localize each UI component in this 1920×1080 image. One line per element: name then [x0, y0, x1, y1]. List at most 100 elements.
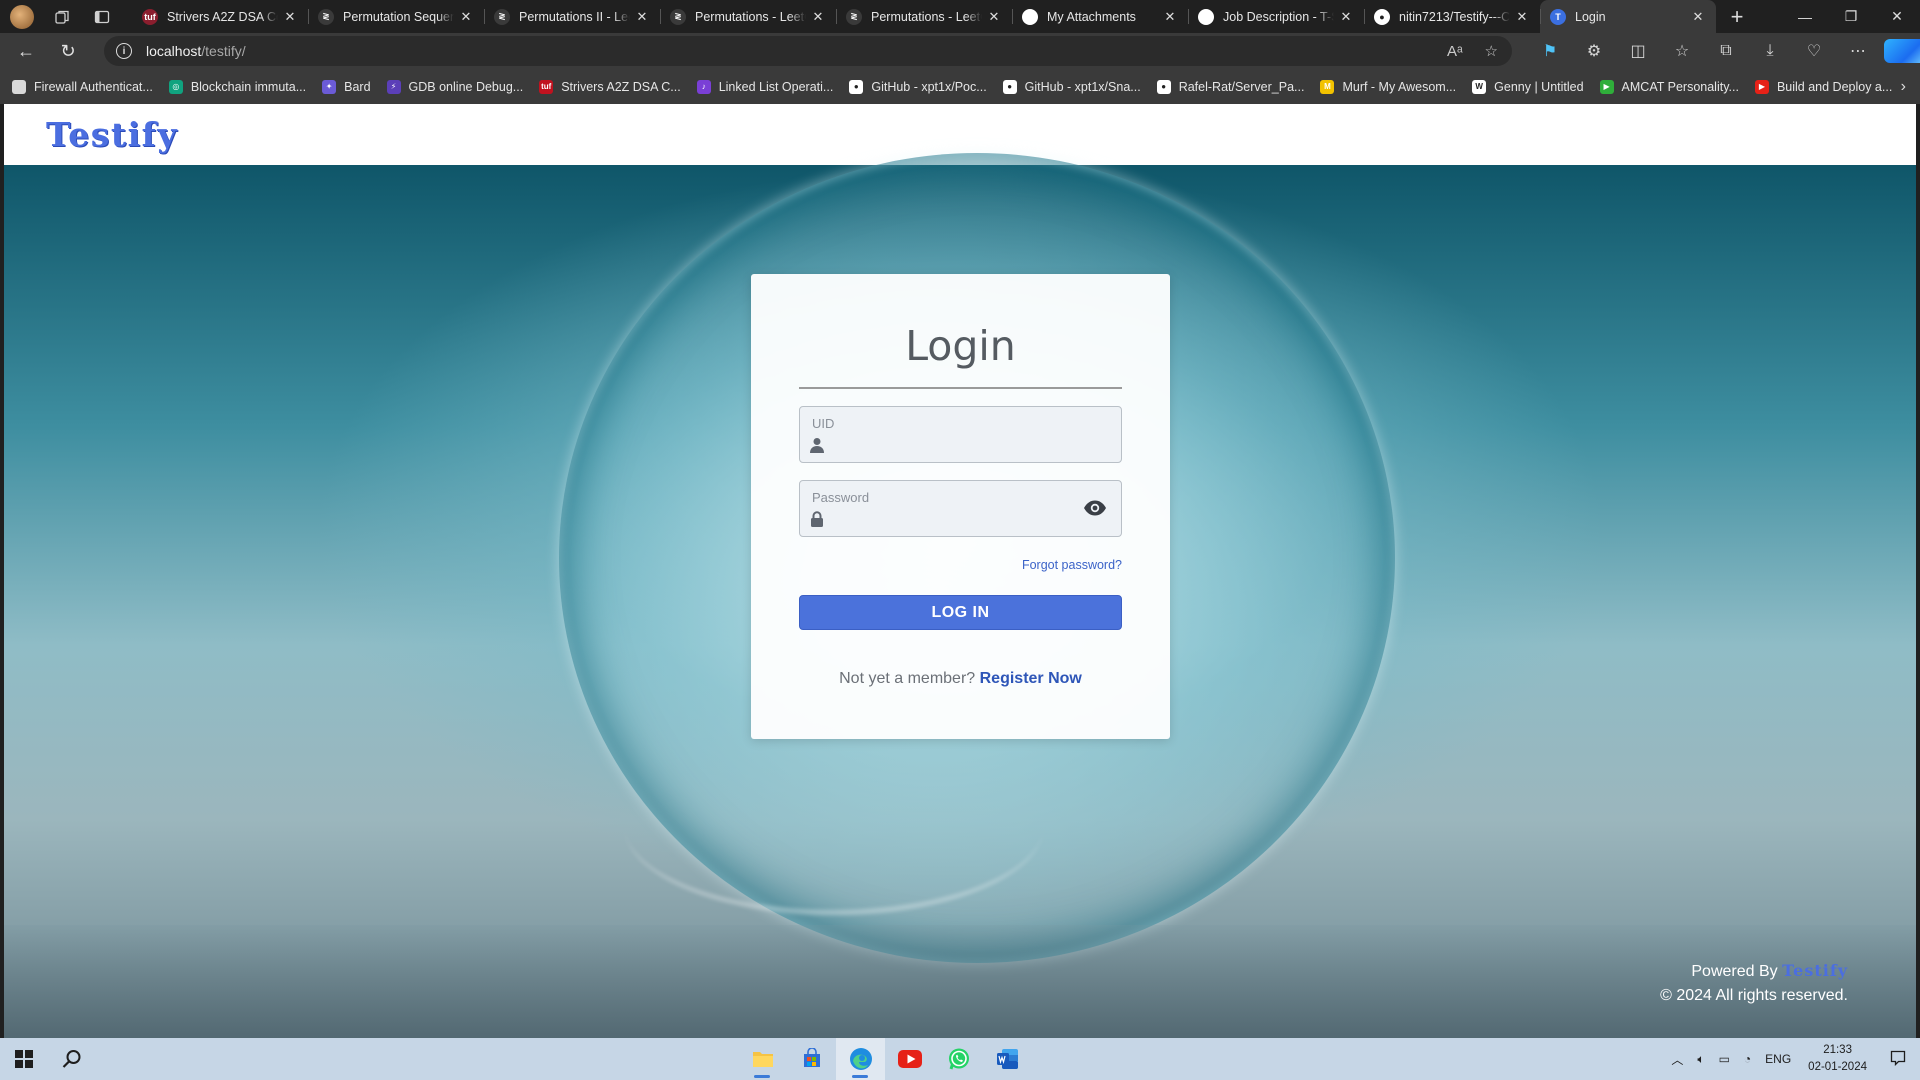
bookmark-item[interactable]: tuf Strivers A2Z DSA C... [539, 79, 681, 94]
browser-tab[interactable]: Job Description - T-S ✕ [1188, 0, 1364, 33]
login-button[interactable]: LOG IN [799, 595, 1122, 630]
bookmarks-overflow-icon[interactable]: › [1901, 78, 1906, 96]
background-image: Login UID Password Forgot password? LOG … [4, 153, 1916, 1038]
more-menu-icon[interactable]: ⋯ [1836, 41, 1880, 61]
site-logo[interactable]: Testify [46, 115, 178, 154]
file-explorer-icon[interactable] [738, 1038, 787, 1080]
new-tab-button[interactable]: + [1722, 2, 1752, 32]
close-tab-icon[interactable]: ✕ [458, 9, 474, 25]
volume-icon[interactable]: 🔈︎ [1697, 1052, 1704, 1067]
edge-browser-icon[interactable] [836, 1038, 885, 1080]
notifications-icon[interactable] [1890, 1050, 1906, 1069]
browser-tab[interactable]: ≷ Permutations - LeetC ✕ [836, 0, 1012, 33]
split-screen-icon[interactable]: ◫ [1616, 41, 1660, 61]
clock[interactable]: 21:33 02-01-2024 [1808, 1042, 1867, 1076]
bookmark-item[interactable]: ✦ Bard [322, 79, 371, 94]
refresh-button[interactable]: ↻ [52, 35, 84, 67]
copilot-icon[interactable] [1884, 39, 1920, 63]
extension-icon[interactable]: ⚑ [1528, 41, 1572, 61]
show-hidden-icons-icon[interactable]: ︿ [1671, 1051, 1683, 1068]
browser-tab[interactable]: My Attachments ✕ [1012, 0, 1188, 33]
register-now-link[interactable]: Register Now [980, 670, 1082, 687]
bookmark-item[interactable]: ♪ Linked List Operati... [696, 79, 833, 94]
address-bar[interactable]: i localhost/testify/ Aᵃ ☆ [104, 36, 1512, 66]
taskbar-search-icon[interactable] [52, 1038, 92, 1080]
bookmark-item[interactable]: ◎ Blockchain immuta... [168, 79, 307, 94]
bookmark-favicon-icon: ◎ [168, 79, 183, 94]
site-footer: Powered By Testify © 2024 All rights res… [1660, 959, 1848, 1008]
browser-tab[interactable]: ≷ Permutations II - Lee ✕ [484, 0, 660, 33]
browser-tab[interactable]: T Login ✕ [1540, 0, 1716, 33]
youtube-icon[interactable] [885, 1038, 934, 1080]
bookmark-favicon-icon: ● [1156, 79, 1171, 94]
close-tab-icon[interactable]: ✕ [1338, 9, 1354, 25]
clock-date: 02-01-2024 [1808, 1061, 1867, 1073]
vertical-tabs-icon[interactable] [90, 5, 114, 29]
browser-extensions: ⚑ ⚙ ◫ ☆ ⧉ ⤓ ♡ ⋯ [1528, 33, 1920, 69]
browser-essentials-icon[interactable]: ♡ [1792, 41, 1836, 61]
browser-tab[interactable]: ● nitin7213/Testify---C ✕ [1364, 0, 1540, 33]
bookmark-item[interactable]: Firewall Authenticat... [12, 79, 153, 94]
tab-title: My Attachments [1047, 9, 1136, 24]
close-window-button[interactable]: ✕ [1874, 0, 1920, 33]
extensions-puzzle-icon[interactable]: ⚙ [1572, 41, 1616, 61]
bookmark-item[interactable]: W Genny | Untitled [1472, 79, 1584, 94]
tab-title: Permutation Sequen [343, 9, 454, 24]
bookmark-favicon-icon: ▶ [1599, 79, 1614, 94]
password-label: Password [812, 490, 870, 505]
bookmark-item[interactable]: M Murf - My Awesom... [1320, 79, 1457, 94]
close-tab-icon[interactable]: ✕ [1162, 9, 1178, 25]
profile-avatar[interactable] [10, 4, 34, 29]
back-button[interactable]: ← [10, 35, 42, 67]
workspaces-icon[interactable] [50, 5, 74, 29]
bookmark-label: Murf - My Awesom... [1342, 79, 1457, 94]
language-indicator[interactable]: ENG [1765, 1052, 1791, 1066]
wifi-icon[interactable]: ◔ [1744, 1052, 1751, 1066]
pinned-apps [738, 1038, 1032, 1080]
bookmark-item[interactable]: ▶ Build and Deploy a... [1754, 79, 1892, 94]
word-icon[interactable] [983, 1038, 1032, 1080]
browser-tab[interactable]: tuf Strivers A2Z DSA Co ✕ [132, 0, 308, 33]
battery-icon[interactable]: ▭ [1719, 1052, 1730, 1066]
tab-favicon-icon: ≷ [494, 8, 510, 25]
bookmark-item[interactable]: ● GitHub - xpt1x/Sna... [1002, 79, 1141, 94]
tab-favicon-icon: ● [1374, 8, 1390, 25]
microsoft-store-icon[interactable] [787, 1038, 836, 1080]
bookmark-favicon-icon: ● [849, 79, 864, 94]
browser-toolbar: ← ↻ i localhost/testify/ Aᵃ ☆ ⚑ ⚙ ◫ ☆ ⧉ … [0, 33, 1920, 69]
uid-field[interactable]: UID [799, 406, 1122, 463]
bookmark-item[interactable]: ▶ AMCAT Personality... [1599, 79, 1739, 94]
minimize-button[interactable]: — [1782, 0, 1828, 33]
close-tab-icon[interactable]: ✕ [810, 9, 826, 25]
browser-tab[interactable]: ≷ Permutation Sequen ✕ [308, 0, 484, 33]
bookmark-item[interactable]: ● Rafel-Rat/Server_Pa... [1156, 79, 1304, 94]
windows-start-icon[interactable] [4, 1038, 44, 1080]
bookmark-item[interactable]: ● GitHub - xpt1x/Poc... [849, 79, 987, 94]
close-tab-icon[interactable]: ✕ [1514, 9, 1530, 25]
browser-tab[interactable]: ≷ Permutations - LeetC ✕ [660, 0, 836, 33]
tab-favicon-icon: ≷ [670, 8, 686, 25]
favorite-star-icon[interactable]: ☆ [1485, 42, 1498, 60]
close-tab-icon[interactable]: ✕ [282, 9, 298, 25]
bookmark-item[interactable]: ⚡ GDB online Debug... [386, 79, 523, 94]
close-tab-icon[interactable]: ✕ [986, 9, 1002, 25]
bookmark-label: Blockchain immuta... [190, 79, 307, 94]
forgot-password-link[interactable]: Forgot password? [1022, 558, 1122, 572]
read-aloud-icon[interactable]: Aᵃ [1447, 43, 1463, 60]
bookmarks-bar: Firewall Authenticat... ◎ Blockchain immut… [0, 69, 1920, 104]
password-field[interactable]: Password [799, 480, 1122, 537]
downloads-icon[interactable]: ⤓ [1748, 42, 1792, 60]
whatsapp-icon[interactable] [934, 1038, 983, 1080]
restore-button[interactable]: ❐ [1828, 0, 1874, 33]
tab-title: Permutations - LeetC [871, 9, 982, 24]
tab-title: Job Description - T-S [1223, 9, 1334, 24]
collections-icon[interactable]: ⧉ [1704, 42, 1748, 60]
taskbar: ︿ 🔈︎ ▭ ◔ ENG 21:33 02-01-2024 [0, 1038, 1920, 1080]
site-info-icon[interactable]: i [116, 43, 132, 59]
close-tab-icon[interactable]: ✕ [1690, 9, 1706, 25]
show-password-eye-icon[interactable] [1083, 499, 1107, 517]
bookmark-label: Strivers A2Z DSA C... [561, 79, 681, 94]
url-text[interactable]: localhost/testify/ [146, 43, 246, 59]
favorites-icon[interactable]: ☆ [1660, 41, 1704, 61]
close-tab-icon[interactable]: ✕ [634, 9, 650, 25]
